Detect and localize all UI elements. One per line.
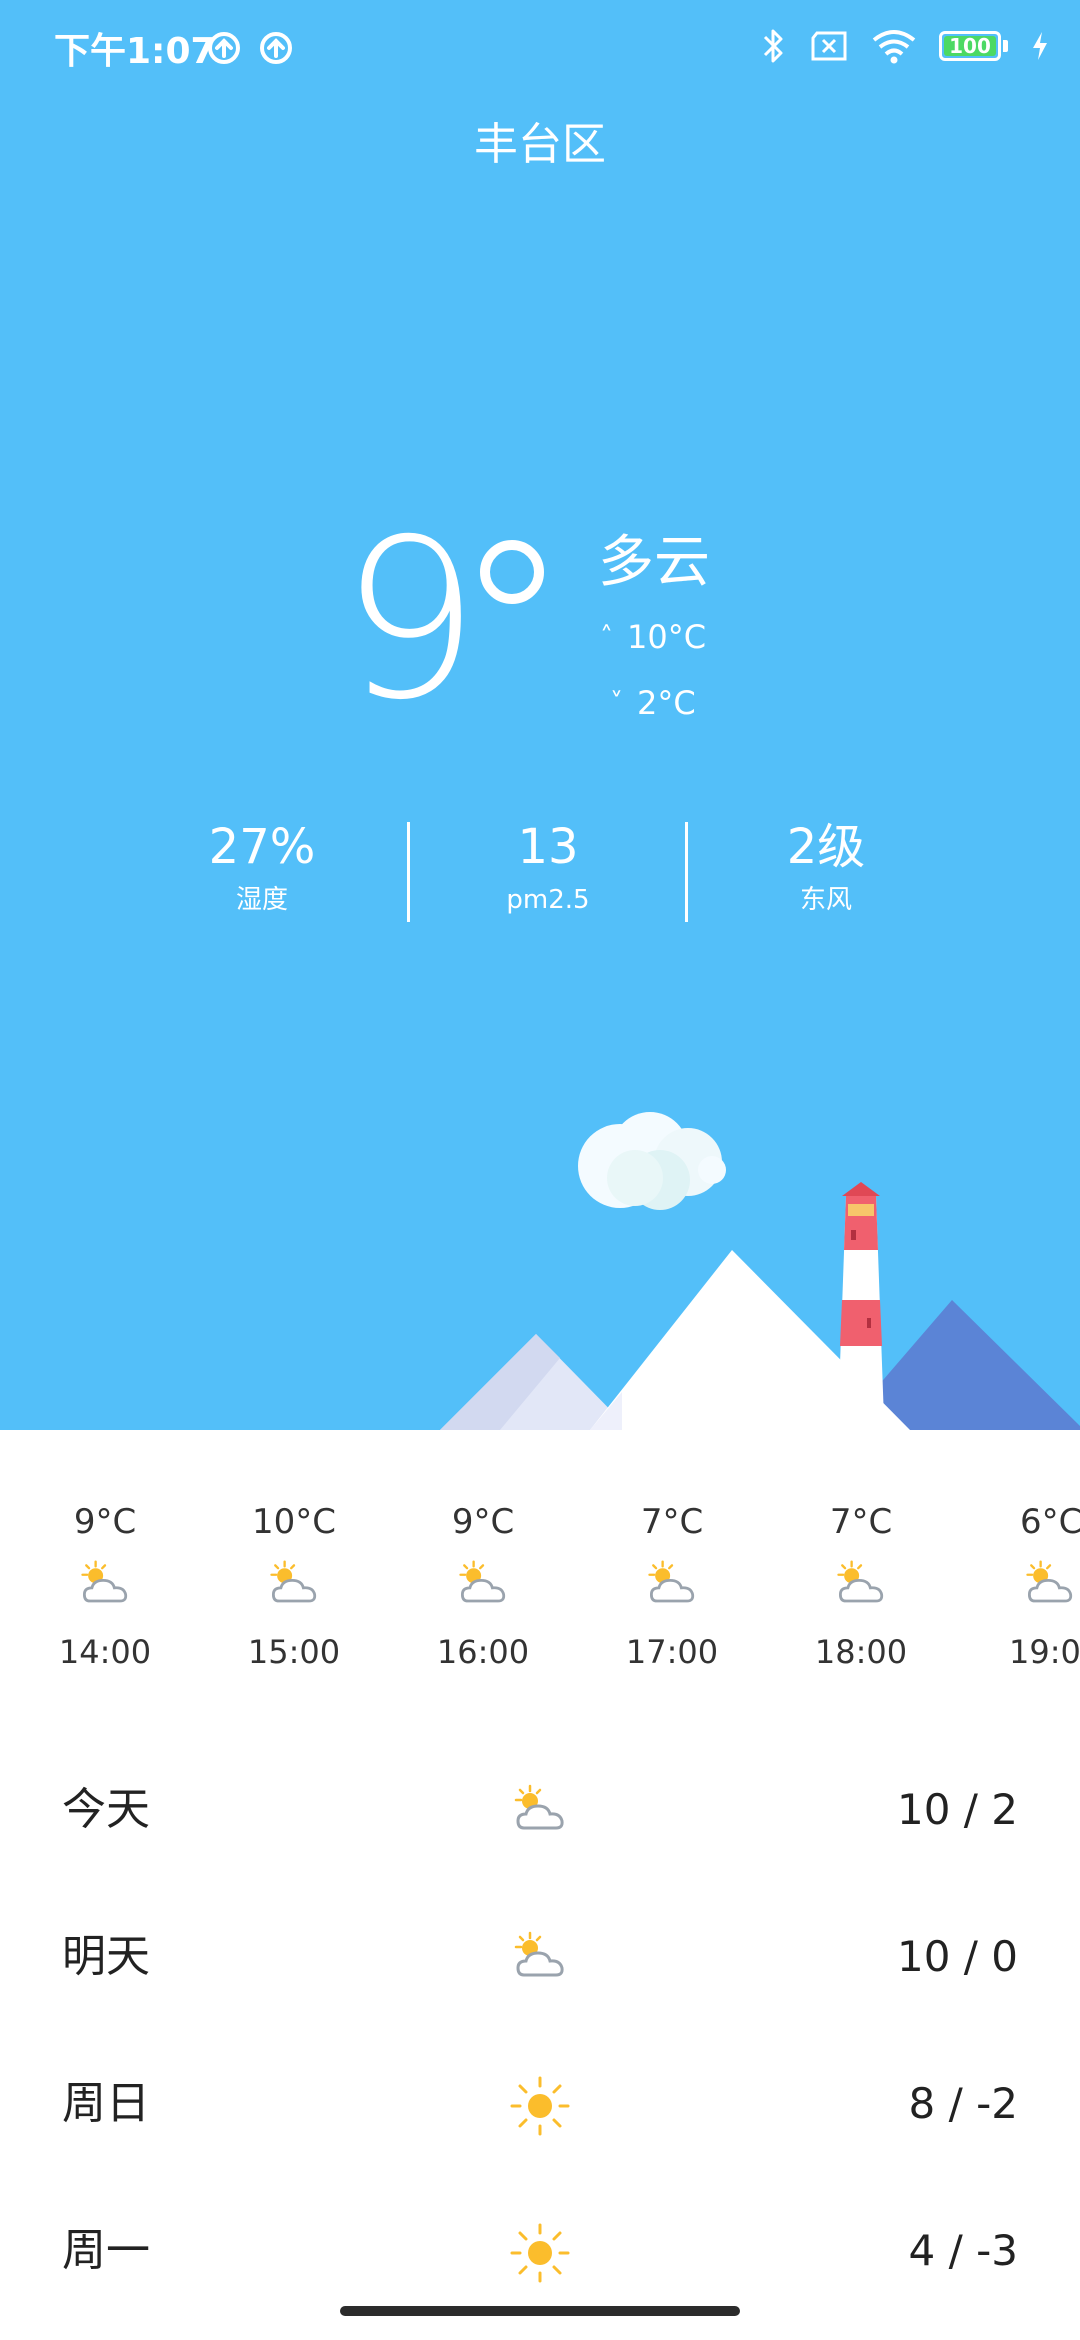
day-temperature-range: 8 / -2	[908, 2079, 1018, 2128]
wind-stat: 2级 东风	[696, 812, 956, 918]
partly-cloudy-icon	[514, 1931, 564, 1977]
status-time: 下午1:07	[54, 31, 216, 72]
hourly-time: 15:00	[247, 1633, 341, 1671]
charging-icon	[1033, 32, 1047, 60]
stat-divider	[685, 822, 688, 922]
hourly-item[interactable]: 7°C 18:00	[786, 1430, 936, 1672]
status-right-icons: 100	[761, 26, 1050, 66]
day-name: 明天	[62, 1931, 150, 1982]
hourly-item[interactable]: 10°C 15:00	[219, 1430, 369, 1672]
partly-cloudy-icon	[648, 1560, 695, 1603]
partly-cloudy-icon	[270, 1560, 317, 1603]
hourly-time: 18:00	[814, 1633, 908, 1671]
hourly-temperature: 9°C	[451, 1502, 515, 1542]
partly-cloudy-icon	[81, 1560, 128, 1603]
humidity-stat: 27% 湿度	[132, 812, 392, 918]
hourly-item[interactable]: 9°C 14:00	[30, 1430, 180, 1672]
day-temperature-range: 10 / 2	[896, 1785, 1018, 1834]
pm25-label: pm2.5	[506, 885, 590, 915]
cloud-illustration	[578, 1112, 726, 1210]
sync-icon	[260, 32, 292, 64]
hourly-temperature: 7°C	[640, 1502, 704, 1542]
up-arrow-icon: ˄	[600, 622, 613, 652]
partly-cloudy-icon	[514, 1784, 564, 1830]
partly-cloudy-icon	[1026, 1560, 1073, 1603]
weather-stats: 27% 湿度 13 pm2.5 2级 东风	[0, 812, 1080, 922]
hourly-time: 14:00	[58, 1633, 152, 1671]
partly-cloudy-icon	[837, 1560, 884, 1603]
sync-icon	[208, 32, 240, 64]
daily-row[interactable]: 周日 8 / -2	[0, 2054, 1080, 2154]
hourly-temperature: 10°C	[251, 1502, 336, 1542]
battery-icon: 100	[939, 31, 1001, 61]
humidity-label: 湿度	[235, 885, 288, 915]
status-left-icons	[206, 30, 294, 66]
down-arrow-icon: ˅	[610, 688, 623, 718]
bluetooth-icon	[763, 29, 783, 63]
hourly-item[interactable]: 9°C 16:00	[408, 1430, 558, 1672]
day-name: 周日	[62, 2078, 150, 2129]
hourly-item[interactable]: 7°C 17:00	[597, 1430, 747, 1672]
humidity-value: 27%	[208, 819, 316, 875]
daily-row[interactable]: 周一 4 / -3	[0, 2201, 1080, 2301]
daily-row[interactable]: 今天 10 / 2	[0, 1760, 1080, 1860]
day-temperature-range: 10 / 0	[896, 1932, 1018, 1981]
wifi-icon	[872, 30, 916, 64]
weather-screen: 下午1:07 100 丰台区 9 多云 ˄ 10°C ˅ 2°C 27% 湿度 …	[0, 0, 1080, 2340]
home-indicator[interactable]	[340, 2306, 740, 2316]
hourly-time: 19:00	[1009, 1633, 1080, 1671]
sim-blocked-icon	[811, 31, 847, 61]
hourly-time: 17:00	[625, 1633, 719, 1671]
partly-cloudy-icon	[459, 1560, 506, 1603]
hourly-forecast[interactable]: 9°C 14:00 10°C 15:00 9°C 16:00 7°C 17:00…	[0, 1430, 1080, 1730]
daily-row[interactable]: 明天 10 / 0	[0, 1907, 1080, 2007]
hourly-item[interactable]: 6°C 19:00	[975, 1430, 1080, 1672]
hourly-time: 16:00	[436, 1633, 530, 1671]
weather-condition: 多云	[598, 530, 710, 595]
day-temperature-range: 4 / -3	[908, 2226, 1018, 2275]
wind-value: 2级	[786, 819, 866, 875]
pm25-stat: 13 pm2.5	[418, 812, 678, 918]
hourly-temperature: 7°C	[829, 1502, 893, 1542]
landscape-illustration	[440, 1112, 1080, 1430]
current-temperature-block: 9 多云 ˄ 10°C ˅ 2°C	[340, 510, 760, 760]
sunny-icon	[510, 2223, 570, 2283]
battery-level-text: 100	[949, 34, 991, 58]
current-weather-panel: 下午1:07 100 丰台区 9 多云 ˄ 10°C ˅ 2°C 27% 湿度 …	[0, 0, 1080, 1430]
status-bar: 下午1:07 100	[0, 0, 1080, 96]
high-temperature-value: 10°C	[627, 618, 707, 656]
day-name: 今天	[62, 1784, 150, 1835]
sunny-icon	[510, 2076, 570, 2136]
current-temperature: 9	[340, 492, 480, 748]
hourly-temperature: 9°C	[73, 1502, 137, 1542]
high-temperature: ˄ 10°C	[600, 618, 706, 656]
battery-nub	[1003, 40, 1008, 52]
lighthouse-illustration	[838, 1182, 884, 1420]
day-name: 周一	[62, 2225, 150, 2276]
wind-label: 东风	[799, 885, 852, 915]
low-temperature-value: 2°C	[637, 684, 696, 722]
city-name[interactable]: 丰台区	[0, 108, 1080, 172]
low-temperature: ˅ 2°C	[610, 684, 696, 722]
degree-symbol	[480, 540, 544, 604]
hourly-temperature: 6°C	[1020, 1502, 1080, 1542]
pm25-value: 13	[517, 819, 579, 875]
stat-divider	[407, 822, 410, 922]
